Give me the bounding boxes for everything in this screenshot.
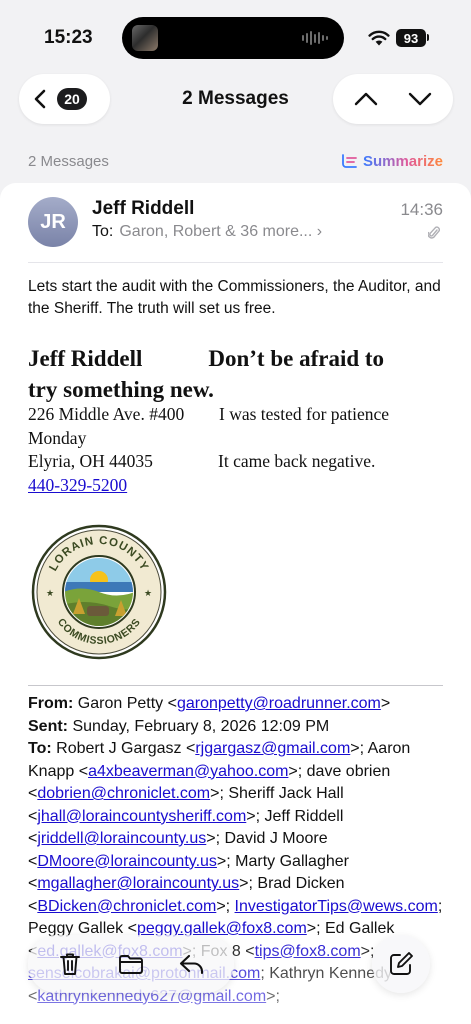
fwd-recipient-email[interactable]: InvestigatorTips@wews.com bbox=[235, 898, 438, 915]
fwd-recipient-email[interactable]: dobrien@chroniclet.com bbox=[37, 785, 210, 802]
signature-motto-2: try something new. bbox=[28, 377, 214, 402]
fwd-recipient-email[interactable]: BDicken@chroniclet.com bbox=[37, 898, 216, 915]
svg-text:★: ★ bbox=[144, 588, 152, 598]
fwd-to-label: To: bbox=[28, 740, 52, 757]
folder-icon[interactable] bbox=[117, 950, 145, 978]
signature-motto-1: Don’t be afraid to bbox=[208, 346, 385, 371]
mailbox-count-badge: 20 bbox=[57, 88, 87, 110]
fwd-recipient-separator: >; bbox=[239, 875, 258, 892]
fwd-from-line: From: Garon Petty <garonpetty@roadrunner… bbox=[28, 695, 391, 712]
compose-icon bbox=[390, 952, 413, 975]
thread-count-label: 2 Messages bbox=[28, 153, 109, 170]
paperclip-icon bbox=[428, 226, 440, 239]
fwd-sent-value: Sunday, February 8, 2026 12:09 PM bbox=[72, 717, 330, 735]
signature-phone-link[interactable]: 440-329-5200 bbox=[28, 475, 127, 495]
avatar[interactable]: JR bbox=[28, 197, 78, 247]
fwd-recipient-separator: ; bbox=[437, 897, 443, 915]
svg-text:★: ★ bbox=[46, 588, 54, 598]
compose-button[interactable] bbox=[372, 935, 430, 993]
message-time: 14:36 bbox=[400, 200, 443, 219]
battery-tip bbox=[427, 34, 429, 41]
to-label: To: bbox=[92, 223, 114, 240]
chevron-left-icon bbox=[34, 89, 46, 109]
fwd-sent-line: Sent: Sunday, February 8, 2026 12:09 PM bbox=[28, 716, 448, 739]
forward-divider bbox=[28, 685, 443, 686]
fwd-recipient-separator: >; bbox=[288, 762, 307, 780]
fwd-recipient-email[interactable]: tips@fox8.com bbox=[255, 943, 361, 960]
fwd-recipient-separator: ; bbox=[260, 965, 270, 982]
battery-indicator: 93 bbox=[396, 29, 426, 47]
wifi-icon bbox=[368, 30, 390, 46]
message-navigator bbox=[333, 74, 453, 124]
now-playing-artwork bbox=[132, 25, 158, 51]
chevron-up-icon[interactable] bbox=[354, 91, 378, 107]
summarize-icon bbox=[342, 154, 357, 168]
signature-heading: Jeff Riddell Don’t be afraid to try somet… bbox=[28, 343, 448, 405]
message-actions-toolbar bbox=[28, 935, 234, 993]
county-seal-logo: LORAIN COUNTY COMMISSIONERS ★ ★ bbox=[31, 524, 167, 660]
back-button[interactable]: 20 bbox=[19, 74, 110, 124]
sender-name[interactable]: Jeff Riddell bbox=[92, 198, 194, 220]
fwd-recipient-email[interactable]: jriddell@loraincounty.us bbox=[37, 830, 206, 847]
signature-name: Jeff Riddell bbox=[28, 346, 143, 371]
chevron-down-icon[interactable] bbox=[408, 91, 432, 107]
dynamic-island[interactable] bbox=[122, 17, 344, 59]
clock: 15:23 bbox=[44, 27, 93, 48]
status-bar: 15:23 93 bbox=[0, 0, 471, 70]
recipients-list: Garon, Robert & 36 more... › bbox=[119, 223, 323, 240]
fwd-recipient-separator: >; bbox=[266, 987, 280, 1005]
header-divider bbox=[28, 262, 443, 263]
message-body: Lets start the audit with the Commission… bbox=[28, 278, 441, 317]
fwd-recipient-separator: >; bbox=[246, 807, 265, 825]
audio-waveform-icon bbox=[302, 31, 328, 45]
signature-quote-3: It came back negative. bbox=[218, 451, 376, 471]
summarize-button[interactable]: Summarize bbox=[341, 153, 443, 170]
signature-address-1: 226 Middle Ave. #400 bbox=[28, 404, 185, 424]
summarize-label: Summarize bbox=[362, 153, 443, 170]
reply-icon[interactable] bbox=[178, 950, 206, 978]
fwd-recipient-email[interactable]: jhall@loraincountysheriff.com bbox=[37, 808, 246, 825]
message-card: JR Jeff Riddell To: Garon, Robert & 36 mo… bbox=[0, 183, 471, 1024]
fwd-recipient-separator: >; bbox=[216, 897, 235, 915]
fwd-from-email[interactable]: garonpetty@roadrunner.com bbox=[177, 695, 381, 712]
signature-quote-2: Monday bbox=[28, 427, 87, 448]
signature-details: 226 Middle Ave. #400 I was tested for pa… bbox=[28, 403, 448, 497]
fwd-recipient-separator: >; bbox=[350, 740, 368, 757]
recipients-summary[interactable]: To: Garon, Robert & 36 more... › bbox=[92, 223, 322, 241]
fwd-from-label: From: bbox=[28, 695, 74, 712]
fwd-recipient-email[interactable]: mgallagher@loraincounty.us bbox=[37, 875, 239, 892]
fwd-recipient-separator: >; bbox=[216, 852, 236, 870]
fwd-recipient-email[interactable]: rjgargasz@gmail.com bbox=[195, 740, 350, 757]
trash-icon[interactable] bbox=[56, 950, 84, 978]
fwd-recipient-email[interactable]: DMoore@loraincounty.us bbox=[37, 853, 217, 870]
fwd-recipient-separator: >; bbox=[210, 785, 229, 802]
signature-address-2: Elyria, OH 44035 bbox=[28, 451, 153, 471]
fwd-recipient-separator: >; bbox=[206, 830, 225, 847]
fwd-recipient-separator: >; bbox=[306, 920, 325, 937]
fwd-recipient-email[interactable]: a4xbeaverman@yahoo.com bbox=[88, 763, 288, 780]
fwd-from-name: Garon Petty < bbox=[77, 695, 177, 712]
signature-quote-1: I was tested for patience bbox=[219, 404, 390, 424]
fwd-sent-label: Sent: bbox=[28, 717, 68, 735]
fwd-recipient-name: Robert J Gargasz < bbox=[56, 740, 196, 757]
